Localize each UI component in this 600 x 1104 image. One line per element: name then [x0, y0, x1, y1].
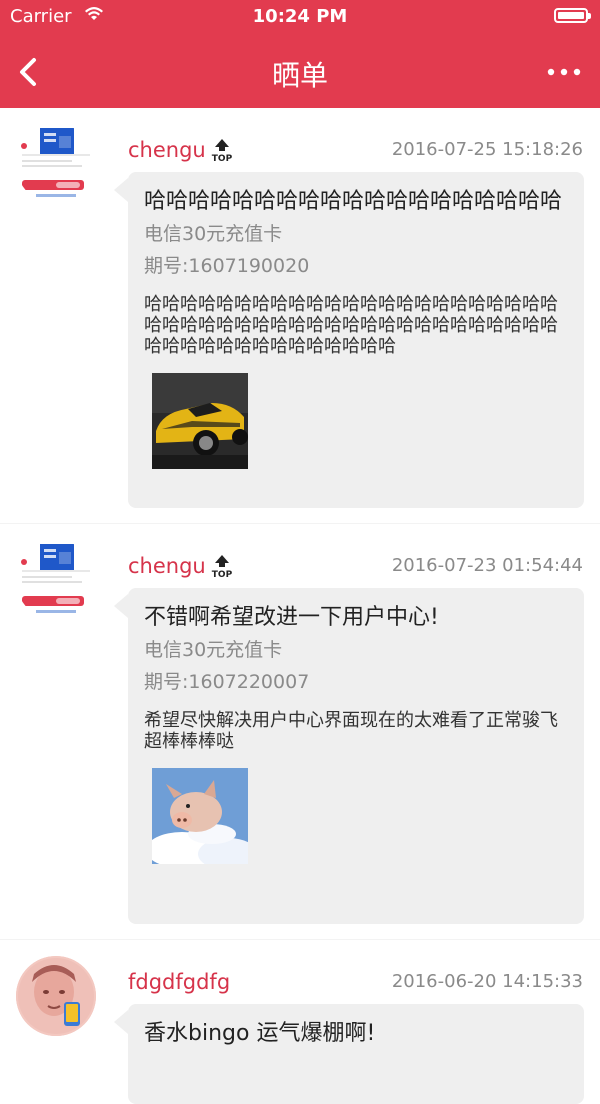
post-date: 2016-07-23 01:54:44	[391, 555, 583, 576]
svg-text:TOP: TOP	[212, 154, 233, 162]
post-date: 2016-07-25 15:18:26	[391, 139, 583, 160]
avatar[interactable]	[16, 540, 96, 620]
post-feed: chengu TOP 2016-07-25 15:18:26 哈哈哈哈哈哈哈哈哈…	[0, 108, 600, 1104]
recharge-card-thumbnail-icon	[16, 124, 96, 204]
svg-text:TOP: TOP	[212, 570, 233, 578]
post-title: 不错啊希望改进一下用户中心!	[144, 605, 439, 630]
post-title: 哈哈哈哈哈哈哈哈哈哈哈哈哈哈哈哈哈哈哈	[144, 189, 563, 214]
product-name: 电信30元充值卡	[144, 223, 283, 245]
username[interactable]: chengu TOP	[128, 554, 234, 578]
username-text: fdgdfgdfg	[128, 970, 231, 994]
user-portrait-icon	[16, 956, 96, 1036]
top-badge-icon: TOP	[212, 555, 233, 578]
top-bar: Carrier 10:24 PM 晒单	[0, 0, 600, 108]
post-bubble[interactable]: 香水bingo 运气爆棚啊!	[114, 1004, 584, 1104]
navigation-bar: 晒单	[0, 40, 600, 104]
username-text: chengu	[128, 554, 206, 578]
avatar[interactable]	[16, 124, 96, 204]
username[interactable]: fdgdfgdfg	[128, 970, 230, 994]
flying-pig-icon[interactable]	[152, 768, 248, 864]
page-title: 晒单	[271, 59, 328, 92]
issue-number: 期号:1607190020	[144, 255, 310, 277]
post-title: 香水bingo 运气爆棚啊!	[144, 1021, 376, 1046]
recharge-card-thumbnail-icon	[16, 540, 96, 620]
avatar[interactable]	[16, 956, 96, 1036]
post-item[interactable]: chengu TOP 2016-07-23 01:54:44 不错啊希望改进一下…	[0, 524, 600, 940]
post-bubble[interactable]: 哈哈哈哈哈哈哈哈哈哈哈哈哈哈哈哈哈哈哈 电信30元充值卡 期号:16071900…	[114, 172, 584, 508]
post-item[interactable]: chengu TOP 2016-07-25 15:18:26 哈哈哈哈哈哈哈哈哈…	[0, 108, 600, 524]
post-item[interactable]: fdgdfgdfg 2016-06-20 14:15:33 香水bingo 运气…	[0, 940, 600, 1104]
issue-number: 期号:1607220007	[144, 671, 310, 693]
status-time: 10:24 PM	[252, 6, 348, 27]
product-name: 电信30元充值卡	[144, 639, 283, 661]
username-text: chengu	[128, 138, 206, 162]
status-bar: Carrier 10:24 PM	[0, 0, 600, 34]
post-body: 哈哈哈哈哈哈哈哈哈哈哈哈哈哈哈哈哈哈哈哈哈哈哈哈哈哈哈哈哈哈哈哈哈哈哈哈哈哈哈哈…	[144, 294, 558, 357]
more-icon[interactable]	[546, 62, 582, 82]
top-badge-icon: TOP	[212, 139, 233, 162]
post-body: 希望尽快解决用户中心界面现在的太难看了正常骏飞超棒棒棒哒	[144, 710, 558, 752]
yellow-sports-car-icon[interactable]	[152, 373, 248, 469]
post-date: 2016-06-20 14:15:33	[391, 971, 583, 992]
post-bubble[interactable]: 不错啊希望改进一下用户中心! 电信30元充值卡 期号:1607220007 希望…	[114, 588, 584, 924]
battery-icon	[554, 8, 591, 23]
username[interactable]: chengu TOP	[128, 138, 234, 162]
